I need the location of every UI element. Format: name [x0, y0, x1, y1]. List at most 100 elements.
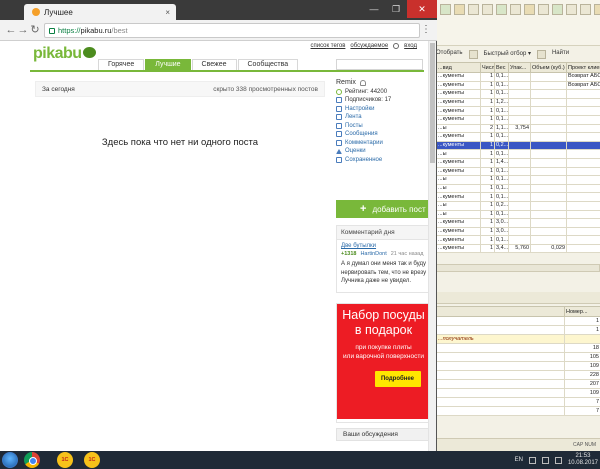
table-row[interactable]: ...ы 1 0,1...	[436, 175, 600, 185]
column-header[interactable]: Число	[480, 62, 495, 73]
add-post-button[interactable]: + добавить пост	[336, 200, 429, 218]
sidebar-item-ratings[interactable]: Оценки	[336, 148, 429, 154]
table-row[interactable]: ...кументы 1 3,4... 5,760 0,029	[436, 243, 600, 254]
table-row[interactable]: ...кументы 1 0,1... Возврат АБС	[436, 72, 600, 82]
url-input[interactable]: https://pikabu.ru/best	[44, 23, 420, 38]
table-row[interactable]: ...кументы 1 0,1... Возврат АБС	[436, 80, 600, 91]
onec-taskbar-icon[interactable]: 1С	[57, 452, 73, 468]
find-button[interactable]: Найти	[552, 50, 569, 59]
table-row[interactable]: 109	[436, 388, 600, 398]
comment-author[interactable]: HartinDont	[360, 251, 386, 257]
browser-tab[interactable]: Лучшее ×	[24, 4, 176, 20]
sidebar-item-settings[interactable]: Настройки	[336, 105, 429, 112]
search-icon[interactable]	[393, 43, 400, 49]
sidebar-item-feed[interactable]: Лента	[336, 114, 429, 120]
minimize-button[interactable]: —	[363, 0, 385, 18]
table-row[interactable]: 228	[436, 370, 600, 380]
username[interactable]: Remix	[336, 79, 356, 86]
table-row[interactable]: 7	[436, 397, 600, 407]
ad-details-button[interactable]: Подробнее	[374, 371, 421, 387]
onec-taskbar-icon[interactable]: 1С	[84, 452, 100, 468]
tab-best[interactable]: Лучшие	[145, 59, 191, 70]
table-row[interactable]: ...кументы 1 0,1...	[436, 235, 600, 245]
start-button[interactable]	[2, 452, 18, 468]
table-row[interactable]: 7	[436, 406, 600, 416]
table-row[interactable]: ...кументы 1 0,1...	[436, 132, 600, 142]
volume-icon[interactable]	[554, 456, 562, 464]
maximize-button[interactable]: ❐	[385, 0, 407, 18]
hidden-posts-info[interactable]: скрыто 338 просмотренных постов	[213, 86, 318, 93]
panel-divider[interactable]	[436, 292, 600, 304]
table-row[interactable]: ...кументы 1 3,0...	[436, 226, 600, 237]
toolbar-icon[interactable]	[538, 4, 549, 15]
toolbar-icon[interactable]	[496, 4, 507, 15]
table-row[interactable]: ...кументы 1 0,1...	[436, 114, 600, 125]
table-row[interactable]: ...ы 2 1,1... 3,754	[436, 123, 600, 134]
login-link[interactable]: вход	[404, 43, 417, 49]
table-row[interactable]: ...получатель	[436, 334, 600, 344]
sidebar-item-messages[interactable]: Сообщения	[336, 131, 429, 137]
tab-communities[interactable]: Сообщества	[237, 59, 299, 70]
comment-post-link[interactable]: Две бутылки	[337, 240, 428, 249]
toolbar-icon[interactable]	[482, 4, 493, 15]
toolbar-icon[interactable]	[454, 4, 465, 15]
column-header[interactable]	[436, 306, 565, 317]
tab-fresh[interactable]: Свежее	[191, 59, 237, 70]
table-row[interactable]: ...ы 1 0,2...	[436, 200, 600, 211]
tab-hot[interactable]: Горячее	[98, 59, 145, 70]
toolbar-icon[interactable]	[594, 4, 600, 15]
my-discussions-header[interactable]: Ваши обсуждения	[336, 428, 429, 441]
table-row[interactable]: ...кументы 1 0,1...	[436, 192, 600, 202]
table-row[interactable]: ...кументы 1 0,2...	[436, 140, 600, 151]
quick-filter-button[interactable]: Быстрый отбор ▾	[484, 50, 531, 59]
table-row[interactable]: ...кументы 1 0,1...	[436, 166, 600, 177]
toolbar-icon[interactable]	[566, 4, 577, 15]
column-header[interactable]: Номер...	[564, 306, 600, 317]
table-row[interactable]: 1	[436, 325, 600, 335]
toolbar-icon[interactable]	[580, 4, 591, 15]
search-input[interactable]	[336, 59, 423, 70]
toolbar-icon[interactable]	[524, 4, 535, 15]
toolbar-icon[interactable]	[468, 4, 479, 15]
scrollbar-thumb[interactable]	[430, 43, 435, 163]
table-row[interactable]: ...кументы 1 0,1...	[436, 89, 600, 99]
toolbar-icon[interactable]	[510, 4, 521, 15]
table-row[interactable]: 109	[436, 361, 600, 371]
filter-button[interactable]: Отобрать	[436, 50, 463, 59]
ad-banner[interactable]: Набор посуды в подарок при покупке плиты…	[336, 303, 429, 423]
find-icon[interactable]	[536, 50, 546, 59]
discussed-link[interactable]: обсуждаемое	[350, 43, 388, 49]
table-row[interactable]: ...кументы 1 1,4...	[436, 157, 600, 168]
table-row[interactable]: 105	[436, 352, 600, 362]
numbers-table[interactable]: Номер... 1 1 ...получатель 18 105 109 228 207 10…	[436, 306, 600, 416]
column-header[interactable]: ...вид	[436, 62, 481, 73]
reload-button[interactable]: ↻	[28, 23, 42, 37]
column-header[interactable]: Проект клиента	[566, 62, 600, 73]
documents-table[interactable]: ...видЧислоВесУпак...Объем (куб.)Проект …	[436, 62, 600, 254]
lock-icon[interactable]	[49, 27, 55, 34]
pikabu-logo[interactable]: pikabu	[33, 45, 96, 63]
toolbar-icon[interactable]	[440, 4, 451, 15]
table-row[interactable]: ...кументы 1 0,1...	[436, 106, 600, 116]
table-row[interactable]: ...ы 1 0,1...	[436, 183, 600, 194]
table-row[interactable]: 18	[436, 343, 600, 353]
bell-icon[interactable]	[359, 79, 366, 86]
tags-link[interactable]: список тегов	[311, 43, 346, 49]
flag-icon[interactable]	[528, 456, 536, 464]
table-row[interactable]: 1	[436, 316, 600, 326]
table-row[interactable]: 207	[436, 379, 600, 389]
chrome-taskbar-icon[interactable]	[24, 452, 40, 468]
table-row[interactable]: ...кументы 1 1,2...	[436, 97, 600, 108]
sidebar-item-posts[interactable]: Посты	[336, 122, 429, 129]
column-header[interactable]: Объем (куб.)	[530, 62, 567, 73]
table-row[interactable]: ...кументы 1 3,0...	[436, 218, 600, 228]
toolbar-icon[interactable]	[552, 4, 563, 15]
filter-icon[interactable]	[468, 50, 478, 59]
close-window-button[interactable]: ✕	[407, 0, 437, 18]
page-scrollbar[interactable]	[428, 41, 436, 451]
browser-menu-icon[interactable]: ⋮	[421, 24, 431, 35]
sidebar-item-saved[interactable]: Сохраненное	[336, 156, 429, 163]
column-header[interactable]: Вес	[494, 62, 509, 73]
tab-close-icon[interactable]: ×	[165, 8, 170, 17]
network-icon[interactable]	[541, 456, 549, 464]
